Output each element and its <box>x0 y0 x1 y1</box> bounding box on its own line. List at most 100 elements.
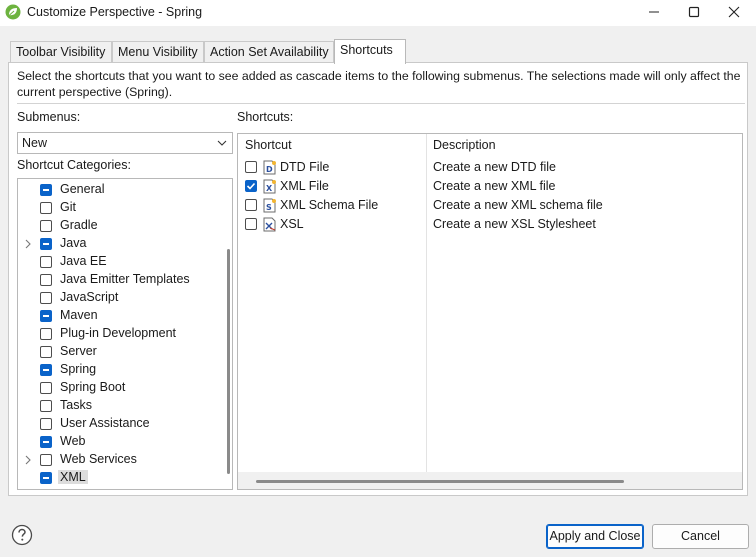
horizontal-scrollbar[interactable] <box>256 480 624 483</box>
tree-item-checkbox[interactable] <box>40 292 52 304</box>
tree-item-java-ee[interactable]: Java EE <box>18 253 218 271</box>
column-header-description[interactable]: Description <box>433 138 496 152</box>
shortcut-description: Create a new XML file <box>433 179 556 193</box>
tree-item-label: Maven <box>60 308 98 322</box>
row-checkbox[interactable] <box>245 199 257 211</box>
tree-item-spring-boot[interactable]: Spring Boot <box>18 379 218 397</box>
tree-item-label: JavaScript <box>60 290 119 304</box>
apply-and-close-button[interactable]: Apply and Close <box>546 524 644 549</box>
tree-item-xml[interactable]: XML <box>18 469 218 487</box>
shortcut-categories-label: Shortcut Categories: <box>17 158 131 172</box>
tree-item-java[interactable]: Java <box>18 235 218 253</box>
svg-text:S: S <box>266 203 272 212</box>
table-row[interactable]: X XML File Create a new XML file <box>238 177 742 196</box>
vertical-scrollbar[interactable] <box>227 249 230 474</box>
tree-item-checkbox[interactable] <box>40 454 52 466</box>
shortcuts-panel: Select the shortcuts that you want to se… <box>8 62 748 496</box>
shortcut-description: Create a new XSL Stylesheet <box>433 217 596 231</box>
tree-item-maven[interactable]: Maven <box>18 307 218 325</box>
tree-item-label: Web <box>60 434 86 448</box>
tree-item-label: Java <box>60 236 87 250</box>
tree-item-java-emitter-templates[interactable]: Java Emitter Templates <box>18 271 218 289</box>
tree-item-checkbox[interactable] <box>40 184 52 196</box>
shortcut-name: DTD File <box>280 160 330 174</box>
shortcut-description: Create a new XML schema file <box>433 198 603 212</box>
tree-item-checkbox[interactable] <box>40 418 52 430</box>
tree-item-gradle[interactable]: Gradle <box>18 217 218 235</box>
cancel-button[interactable]: Cancel <box>652 524 749 549</box>
submenus-value: New <box>22 136 48 150</box>
tree-item-checkbox[interactable] <box>40 400 52 412</box>
tree-item-checkbox[interactable] <box>40 202 52 214</box>
tree-item-label: Java Emitter Templates <box>60 272 190 286</box>
tree-item-web[interactable]: Web <box>18 433 218 451</box>
svg-text:D: D <box>266 165 273 174</box>
tab-toolbar-visibility[interactable]: Toolbar Visibility <box>10 41 112 63</box>
svg-text:X: X <box>266 184 273 193</box>
minimize-button[interactable] <box>632 0 676 24</box>
shortcut-description: Create a new DTD file <box>433 160 556 174</box>
shortcut-name: XML Schema File <box>280 198 379 212</box>
close-button[interactable] <box>712 0 756 24</box>
xml-schema-file-icon: S <box>263 198 276 213</box>
shortcut-categories-tree[interactable]: General Git Gradle Java Java EE Java Emi… <box>17 178 233 490</box>
tree-item-checkbox[interactable] <box>40 328 52 340</box>
tree-item-checkbox[interactable] <box>40 472 52 484</box>
divider <box>17 103 745 104</box>
tree-item-label: Server <box>60 344 97 358</box>
shortcut-name: XML File <box>280 179 329 193</box>
maximize-button[interactable] <box>672 0 716 24</box>
window-title: Customize Perspective - Spring <box>27 5 203 19</box>
minimize-icon <box>649 11 659 13</box>
chevron-right-icon[interactable] <box>23 237 33 251</box>
chevron-down-icon <box>217 140 227 146</box>
tree-item-checkbox[interactable] <box>40 436 52 448</box>
tree-item-label: Git <box>60 200 76 214</box>
column-header-shortcut[interactable]: Shortcut <box>245 138 292 152</box>
horizontal-scrollbar-track <box>238 472 742 489</box>
tree-item-general[interactable]: General <box>18 181 218 199</box>
tree-item-label: User Assistance <box>60 416 150 430</box>
tree-item-javascript[interactable]: JavaScript <box>18 289 218 307</box>
tree-item-label: XML <box>58 470 88 484</box>
xml-file-icon: X <box>263 179 276 194</box>
title-bar: Customize Perspective - Spring <box>0 0 756 26</box>
tree-item-checkbox[interactable] <box>40 274 52 286</box>
tree-item-plug-in-development[interactable]: Plug-in Development <box>18 325 218 343</box>
row-checkbox[interactable] <box>245 161 257 173</box>
tree-item-tasks[interactable]: Tasks <box>18 397 218 415</box>
tree-item-checkbox[interactable] <box>40 364 52 376</box>
tree-item-label: General <box>60 182 105 196</box>
tree-item-web-services[interactable]: Web Services <box>18 451 218 469</box>
maximize-icon <box>688 6 700 18</box>
tree-item-checkbox[interactable] <box>40 382 52 394</box>
tree-item-user-assistance[interactable]: User Assistance <box>18 415 218 433</box>
table-row[interactable]: S XML Schema File Create a new XML schem… <box>238 196 742 215</box>
row-checkbox[interactable] <box>245 218 257 230</box>
tree-item-checkbox[interactable] <box>40 310 52 322</box>
tree-item-spring[interactable]: Spring <box>18 361 218 379</box>
tree-item-label: Web Services <box>60 452 137 466</box>
checkmark-icon <box>246 182 256 190</box>
tree-item-checkbox[interactable] <box>40 346 52 358</box>
tab-menu-visibility[interactable]: Menu Visibility <box>112 41 204 63</box>
tree-item-checkbox[interactable] <box>40 238 52 250</box>
shortcuts-label: Shortcuts: <box>237 110 294 124</box>
table-row[interactable]: XSL Create a new XSL Stylesheet <box>238 215 742 234</box>
xsl-file-icon <box>263 217 276 232</box>
row-checkbox[interactable] <box>245 180 257 192</box>
tree-item-server[interactable]: Server <box>18 343 218 361</box>
chevron-right-icon[interactable] <box>23 453 33 467</box>
tree-item-checkbox[interactable] <box>40 256 52 268</box>
shortcuts-table: Shortcut Description D DTD File Create a… <box>237 133 743 490</box>
tab-shortcuts[interactable]: Shortcuts <box>334 39 406 64</box>
dtd-file-icon: D <box>263 160 276 175</box>
tab-action-set-availability[interactable]: Action Set Availability <box>204 41 334 63</box>
tree-item-checkbox[interactable] <box>40 220 52 232</box>
tree-item-label: Gradle <box>60 218 98 232</box>
submenus-label: Submenus: <box>17 110 81 124</box>
table-row[interactable]: D DTD File Create a new DTD file <box>238 158 742 177</box>
tree-item-git[interactable]: Git <box>18 199 218 217</box>
help-icon[interactable] <box>11 524 33 546</box>
submenus-dropdown[interactable]: New <box>17 132 233 154</box>
